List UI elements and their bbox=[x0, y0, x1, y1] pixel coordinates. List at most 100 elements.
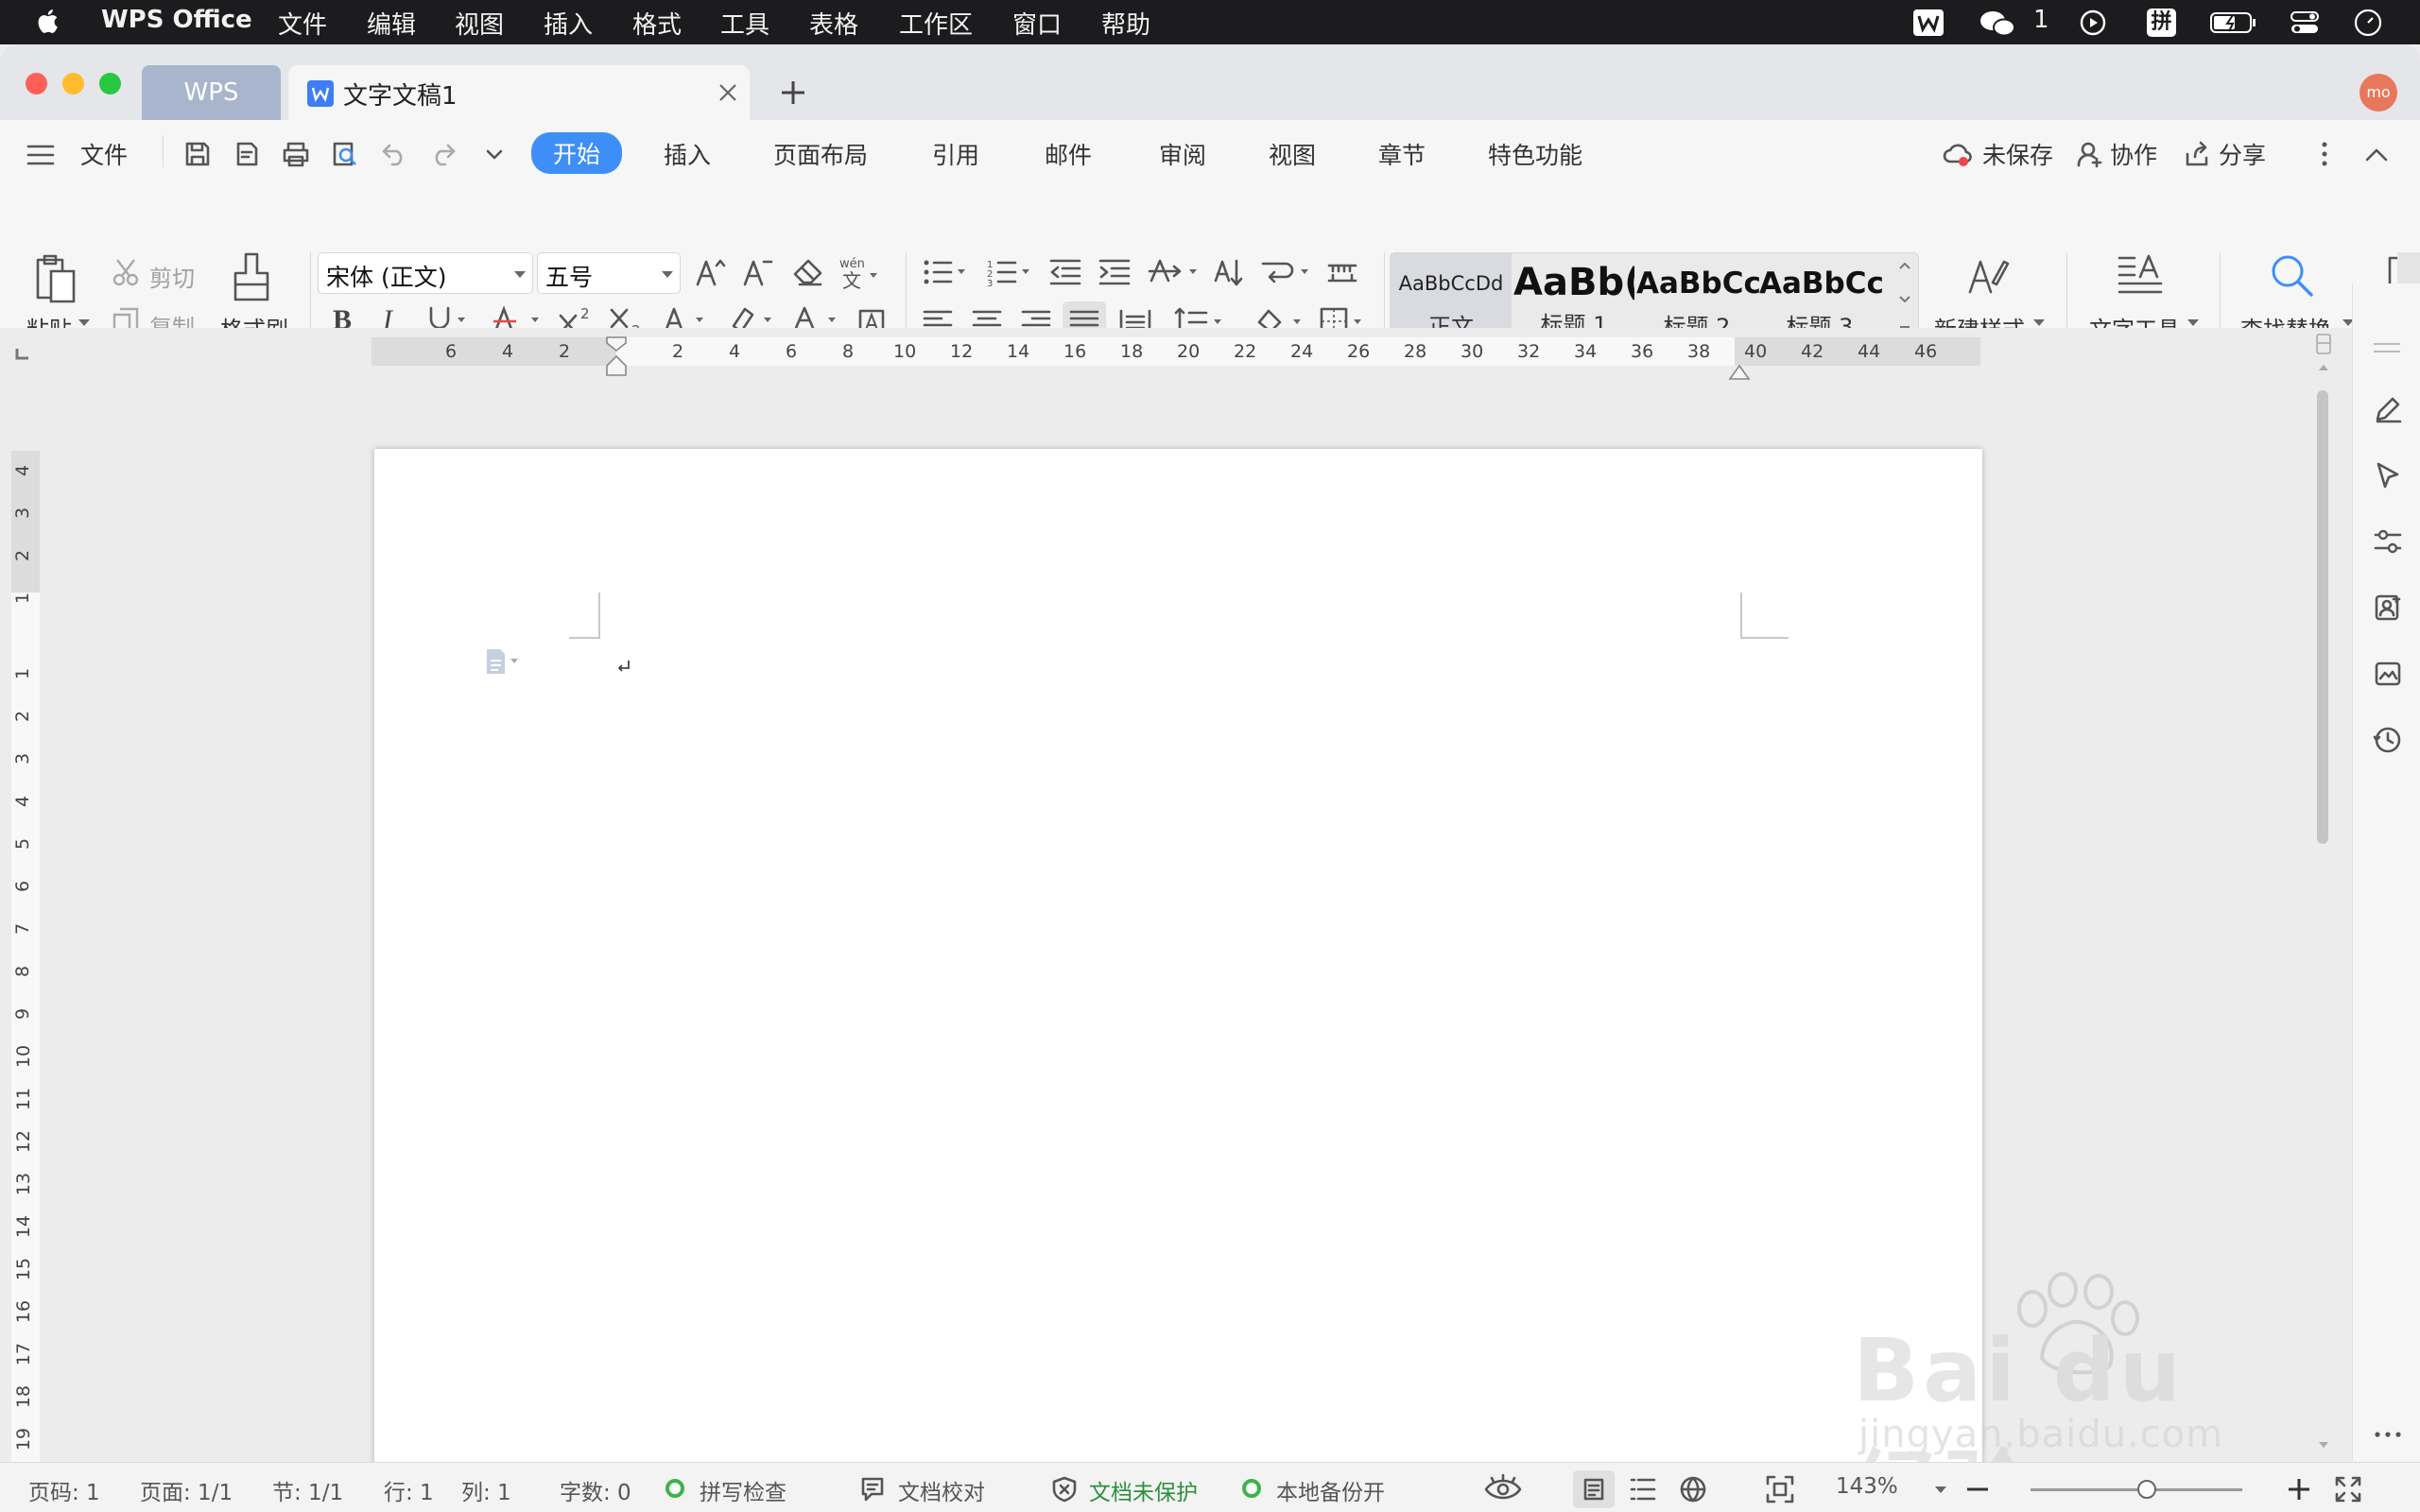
decrease-indent-icon[interactable] bbox=[1049, 258, 1081, 286]
undo-icon[interactable] bbox=[381, 143, 407, 166]
tab-view[interactable]: 视图 bbox=[1269, 137, 1316, 171]
phonetic-guide-icon[interactable]: wén文 bbox=[839, 256, 881, 292]
cursor-select-icon[interactable] bbox=[2374, 461, 2402, 490]
vertical-scrollbar[interactable] bbox=[2312, 328, 2333, 1462]
history-icon[interactable] bbox=[2373, 726, 2402, 754]
menu-window[interactable]: 窗口 bbox=[1012, 6, 1062, 41]
scroll-up-icon[interactable] bbox=[2318, 364, 2329, 371]
tab-home[interactable]: 开始 bbox=[531, 132, 623, 174]
menu-format[interactable]: 格式 bbox=[632, 6, 682, 41]
close-tab-icon[interactable] bbox=[718, 83, 737, 102]
text-tools-dropdown-icon[interactable] bbox=[2187, 318, 2200, 328]
menu-workspace[interactable]: 工作区 bbox=[899, 6, 973, 41]
fullscreen-icon[interactable] bbox=[2335, 1476, 2361, 1503]
user-avatar[interactable]: mo bbox=[2360, 74, 2397, 112]
font-size-select[interactable]: 五号 bbox=[537, 252, 681, 294]
menu-table[interactable]: 表格 bbox=[809, 6, 858, 41]
tab-insert[interactable]: 插入 bbox=[664, 137, 711, 171]
new-style-dropdown-icon[interactable] bbox=[2032, 318, 2046, 328]
increase-font-icon[interactable] bbox=[696, 258, 726, 286]
text-tools-icon[interactable] bbox=[2118, 254, 2163, 298]
increase-indent-icon[interactable] bbox=[1098, 258, 1131, 286]
menu-tools[interactable]: 工具 bbox=[720, 6, 769, 41]
image-tools-icon[interactable] bbox=[2374, 660, 2402, 688]
unsaved-status[interactable]: 未保存 bbox=[1982, 137, 2053, 171]
menu-file[interactable]: 文件 bbox=[278, 6, 327, 41]
tab-references[interactable]: 引用 bbox=[932, 137, 979, 171]
app-menu[interactable]: WPS Office bbox=[101, 6, 252, 34]
page-view-button[interactable] bbox=[1573, 1470, 1615, 1508]
sort-icon[interactable] bbox=[1214, 258, 1246, 288]
paste-icon[interactable] bbox=[32, 254, 78, 303]
menu-edit[interactable]: 编辑 bbox=[367, 6, 416, 41]
contact-card-icon[interactable] bbox=[2374, 593, 2402, 622]
cut-icon[interactable] bbox=[112, 258, 140, 286]
sidebar-handle-icon[interactable] bbox=[2372, 342, 2402, 353]
show-marks-icon[interactable] bbox=[1261, 258, 1316, 286]
play-icon[interactable] bbox=[2080, 9, 2106, 36]
paste-dropdown-icon[interactable] bbox=[78, 318, 91, 328]
hamburger-icon[interactable] bbox=[26, 144, 55, 166]
right-indent-marker-icon[interactable] bbox=[1728, 360, 1751, 381]
table-grid-icon[interactable] bbox=[1327, 262, 1357, 284]
print-preview-icon[interactable] bbox=[331, 141, 359, 167]
find-replace-icon[interactable] bbox=[2271, 254, 2314, 298]
web-view-icon[interactable] bbox=[1679, 1475, 1707, 1503]
wechat-icon[interactable] bbox=[1979, 9, 2017, 38]
collapse-ribbon-icon[interactable] bbox=[2365, 148, 2388, 162]
tab-stop-selector-icon[interactable] bbox=[13, 345, 34, 362]
status-page-number[interactable]: 页码: 1 bbox=[28, 1474, 100, 1506]
zoom-out-icon[interactable] bbox=[1966, 1487, 1989, 1491]
zoom-slider[interactable] bbox=[2031, 1480, 2242, 1499]
proofread-button[interactable]: 文档校对 bbox=[898, 1474, 985, 1506]
battery-icon[interactable] bbox=[2210, 11, 2257, 34]
outline-view-icon[interactable] bbox=[1630, 1476, 1656, 1503]
tab-special-features[interactable]: 特色功能 bbox=[1488, 137, 1582, 171]
more-options-icon[interactable] bbox=[2321, 141, 2328, 167]
cut-label[interactable]: 剪切 bbox=[149, 260, 195, 293]
proofread-icon[interactable] bbox=[860, 1476, 889, 1503]
eye-protection-icon[interactable] bbox=[1484, 1473, 1522, 1503]
status-pages[interactable]: 页面: 1/1 bbox=[140, 1474, 233, 1506]
export-pdf-icon[interactable] bbox=[233, 141, 260, 167]
menu-insert[interactable]: 插入 bbox=[544, 6, 593, 41]
new-tab-icon[interactable] bbox=[781, 80, 805, 105]
protection-status[interactable]: 文档未保护 bbox=[1089, 1474, 1198, 1506]
pen-icon[interactable] bbox=[2374, 395, 2402, 423]
maximize-window-button[interactable] bbox=[99, 73, 121, 94]
menu-help[interactable]: 帮助 bbox=[1101, 6, 1150, 41]
tab-document[interactable]: 文字文稿1 bbox=[288, 65, 750, 120]
zoom-in-icon[interactable] bbox=[2288, 1478, 2310, 1501]
status-section[interactable]: 节: 1/1 bbox=[272, 1474, 343, 1506]
clock-status-icon[interactable] bbox=[2354, 9, 2382, 37]
apple-icon[interactable] bbox=[36, 8, 59, 35]
tab-review[interactable]: 审阅 bbox=[1159, 137, 1206, 171]
indent-marker-icon[interactable] bbox=[605, 335, 628, 383]
tab-wps-home[interactable]: WPS bbox=[142, 65, 281, 120]
split-view-icon[interactable] bbox=[2316, 334, 2331, 354]
control-center-icon[interactable] bbox=[2290, 9, 2320, 36]
adjust-settings-icon[interactable] bbox=[2374, 527, 2402, 556]
new-style-icon[interactable] bbox=[1966, 254, 2010, 298]
share-icon[interactable] bbox=[2184, 141, 2210, 167]
cloud-sync-icon[interactable] bbox=[1943, 141, 1972, 167]
menu-view[interactable]: 视图 bbox=[455, 6, 504, 41]
font-name-select[interactable]: 宋体 (正文) bbox=[318, 252, 533, 294]
shield-icon[interactable] bbox=[1051, 1476, 1078, 1503]
scrollbar-thumb[interactable] bbox=[2317, 390, 2328, 844]
print-icon[interactable] bbox=[282, 141, 310, 167]
decrease-font-icon[interactable] bbox=[743, 258, 773, 286]
tab-mailings[interactable]: 邮件 bbox=[1045, 137, 1092, 171]
clear-format-icon[interactable] bbox=[792, 258, 824, 286]
format-painter-icon[interactable] bbox=[232, 252, 271, 301]
input-method-icon[interactable]: 拼 bbox=[2147, 9, 2176, 37]
zoom-slider-thumb[interactable] bbox=[2137, 1480, 2157, 1499]
fit-page-icon[interactable] bbox=[1766, 1475, 1794, 1503]
document-page[interactable] bbox=[374, 449, 1982, 1469]
text-direction-icon[interactable] bbox=[1148, 258, 1202, 286]
tab-chapter[interactable]: 章节 bbox=[1378, 137, 1426, 171]
numbered-list-icon[interactable]: 123 bbox=[987, 258, 1036, 289]
collaborate-button[interactable]: 协作 bbox=[2110, 137, 2157, 171]
status-word-count[interactable]: 字数: 0 bbox=[560, 1474, 631, 1506]
scroll-down-icon[interactable] bbox=[2318, 1441, 2329, 1449]
